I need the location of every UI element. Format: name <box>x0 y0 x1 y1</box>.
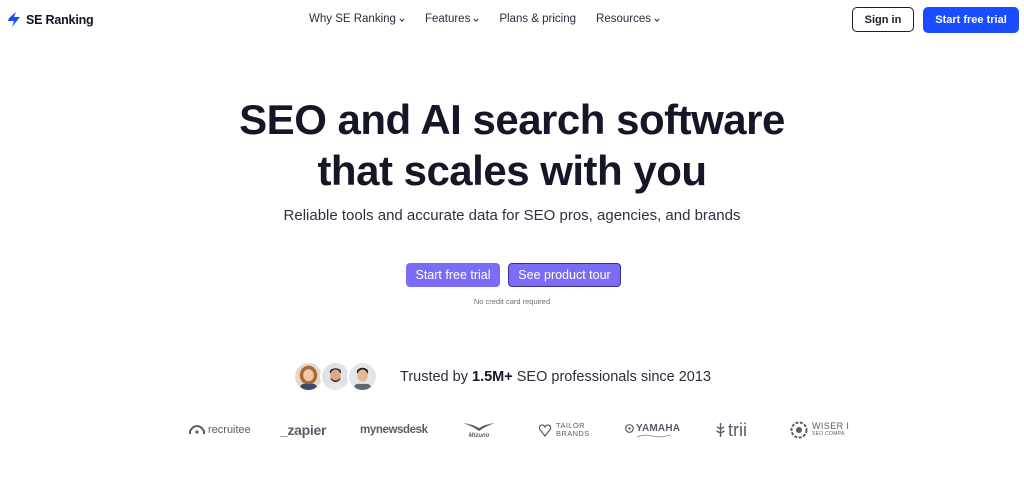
client-logos: recruitee _zapier mynewsdesk Mizuno TAIL… <box>186 418 850 442</box>
wiser-logo: WISER I SEO COMPA <box>790 418 850 442</box>
logo[interactable]: SE Ranking <box>7 11 94 28</box>
hero-title-line-1: SEO and AI search software <box>239 96 785 143</box>
menu-item-plans-pricing[interactable]: Plans & pricing <box>499 13 576 25</box>
menu-label: Plans & pricing <box>499 13 577 25</box>
zapier-text: _zapier <box>280 422 327 438</box>
tailor-brands-line-2: BRANDS <box>556 429 590 438</box>
menu-label: Resources <box>596 13 652 25</box>
wiser-line-1: WISER I <box>812 421 850 431</box>
avatar-woman-icon <box>295 363 322 390</box>
mynewsdesk-logo: mynewsdesk <box>360 418 428 442</box>
zapier-logo: _zapier <box>280 418 326 442</box>
main-menu: Why SE Ranking Features Plans & pricing … <box>309 13 660 25</box>
mizuno-runbird-icon <box>463 422 495 431</box>
yamaha-wordmark: YAMAHA <box>625 423 680 434</box>
sign-in-button[interactable]: Sign in <box>852 7 914 32</box>
trii-logo: trii <box>715 418 747 442</box>
trii-text: trii <box>728 419 747 440</box>
trusted-prefix: Trusted by <box>400 369 472 385</box>
menu-item-features[interactable]: Features <box>425 13 479 25</box>
no-credit-card-note: No credit card required <box>473 297 551 306</box>
yamaha-tuning-fork-icon <box>625 423 634 433</box>
yamaha-text: YAMAHA <box>636 422 681 434</box>
trusted-count: 1.5M+ <box>472 369 513 385</box>
mizuno-logo: Mizuno <box>461 418 497 442</box>
mizuno-text: Mizuno <box>468 432 490 439</box>
hero-cta-group: Start free trial See product tour <box>406 263 621 287</box>
avatar <box>347 361 378 392</box>
wiser-badge-icon <box>790 421 808 439</box>
see-product-tour-button[interactable]: See product tour <box>508 263 621 287</box>
avatar-man-icon <box>349 363 376 390</box>
hero-title: SEO and AI search software that scales w… <box>0 94 1024 196</box>
chevron-down-icon <box>473 17 479 22</box>
yamaha-tagline-icon <box>636 434 672 437</box>
wiser-wordmark: WISER I SEO COMPA <box>812 422 849 438</box>
menu-item-resources[interactable]: Resources <box>596 13 660 25</box>
recruitee-text: recruitee <box>208 424 251 436</box>
recruitee-logo: recruitee <box>189 418 251 442</box>
tailor-brands-wordmark: TAILOR BRANDS <box>556 422 590 438</box>
trusted-suffix: SEO professionals since 2013 <box>512 369 711 385</box>
menu-label: Features <box>424 13 471 25</box>
menu-item-why-se-ranking[interactable]: Why SE Ranking <box>309 13 405 25</box>
start-free-trial-button[interactable]: Start free trial <box>406 263 500 287</box>
chevron-down-icon <box>654 17 660 22</box>
chevron-down-icon <box>399 17 405 22</box>
hero-title-line-2: that scales with you <box>317 147 707 194</box>
trii-tree-icon <box>716 423 725 437</box>
trusted-by-text: Trusted by 1.5M+ SEO professionals since… <box>400 369 711 385</box>
top-navigation: SE Ranking Why SE Ranking Features Plans… <box>0 0 1024 40</box>
start-free-trial-nav-button[interactable]: Start free trial <box>923 7 1019 33</box>
tailor-brands-logo: TAILOR BRANDS <box>538 418 590 442</box>
se-ranking-logo-icon <box>8 12 20 27</box>
avatar-man-icon <box>322 363 349 390</box>
yamaha-logo: YAMAHA <box>625 418 680 442</box>
recruitee-icon <box>189 425 205 434</box>
mynewsdesk-text: mynewsdesk <box>360 424 428 436</box>
wiser-line-2: SEO COMPA <box>812 431 845 437</box>
logo-text: SE Ranking <box>26 12 94 27</box>
menu-label: Why SE Ranking <box>309 13 396 25</box>
avatar-group <box>293 361 378 392</box>
hero-subtitle: Reliable tools and accurate data for SEO… <box>283 207 741 224</box>
tailor-brands-icon <box>538 424 552 437</box>
